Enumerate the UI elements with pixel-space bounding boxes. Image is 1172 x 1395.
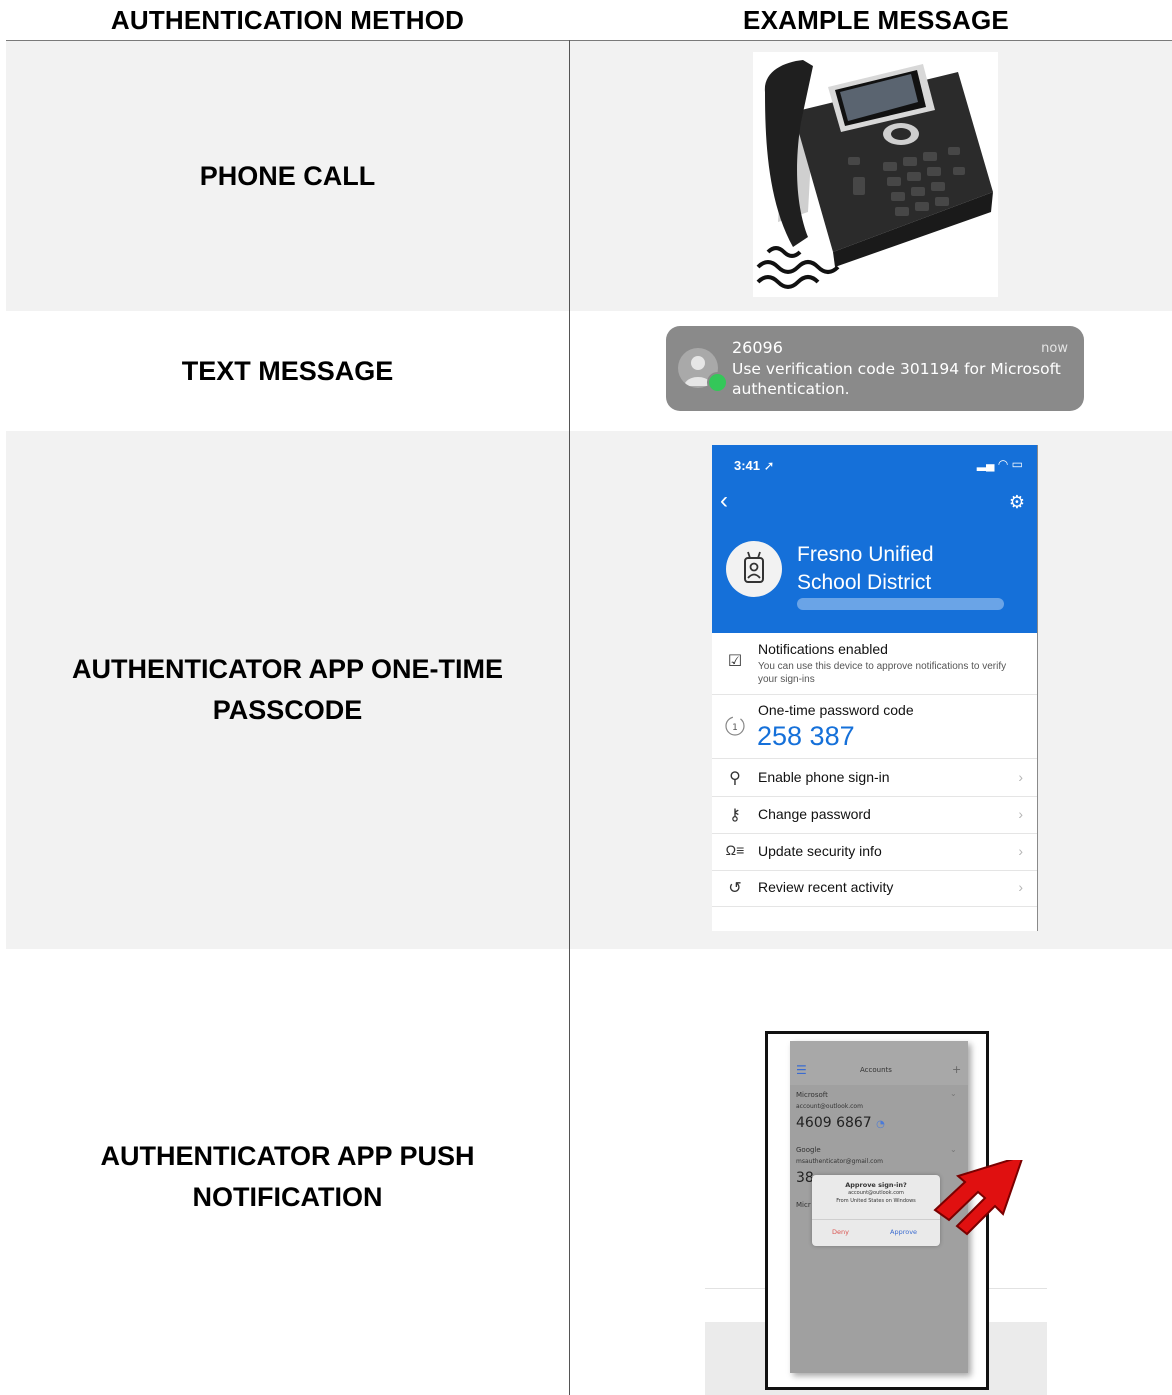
dialog-location: From United States on Windows [836,1198,916,1204]
org-line2: School District [797,571,932,594]
timer-icon: 1 [724,715,746,742]
sms-sender: 26096 [732,338,783,357]
status-icons: ▂▄ ◠ ▭ [976,457,1023,471]
list-item-otp: 1 One-time password code 258 387 [712,695,1037,759]
deny-button[interactable]: Deny [832,1228,849,1236]
account1-code: 4609 6867 ◔ [796,1115,885,1131]
dialog-email: account@outlook.com [848,1190,904,1196]
sms-notification: 26096 now Use verification code 301194 f… [666,326,1084,411]
list-item-change-password[interactable]: ⚷ Change password › [712,797,1037,834]
app-header [790,1041,968,1085]
back-chevron-icon[interactable]: ‹ [720,489,728,513]
app-header: 3:41 ➚ ▂▄ ◠ ▭ ‹ ⚙ Fresno Unified School … [712,445,1037,633]
row-label-line1: AUTHENTICATOR APP PUSH [100,1141,475,1171]
row-label-authenticator-push: AUTHENTICATOR APP PUSH NOTIFICATION [6,1136,569,1218]
list-item-enable-phone-signin[interactable]: ⚲ Enable phone sign-in › [712,759,1037,797]
gear-icon[interactable]: ⚙ [1009,492,1025,513]
chevron-down-icon: ⌄ [950,1089,957,1098]
id-badge-icon [726,541,782,597]
messages-app-icon [707,372,728,393]
item-title: Enable phone sign-in [758,769,890,785]
phone-signin-icon: ⚲ [729,770,741,787]
svg-text:1: 1 [732,723,738,733]
account-email-redacted [797,598,1004,610]
row-label-phone-call: PHONE CALL [199,161,376,191]
sms-body: Use verification code 301194 for Microso… [732,360,1061,398]
notification-check-icon: ☑ [727,653,743,670]
item-title: Review recent activity [758,879,894,895]
organization-name: Fresno Unified School District [797,541,1017,597]
otp-code: 258 387 [757,721,855,751]
dialog-title: Approve sign-in? [845,1181,907,1189]
chevron-right-icon: › [1018,769,1023,785]
authenticator-app-screenshot: 3:41 ➚ ▂▄ ◠ ▭ ‹ ⚙ Fresno Unified School … [712,445,1038,931]
desk-phone-icon [756,60,993,289]
row-label-text-message: TEXT MESSAGE [181,356,394,386]
approve-button[interactable]: Approve [890,1228,917,1236]
security-info-icon: Ω≡ [725,842,745,858]
item-title: Notifications enabled [758,641,888,657]
approve-signin-dialog: Approve sign-in? account@outlook.com Fro… [812,1175,940,1246]
row-label-line1: AUTHENTICATOR APP ONE-TIME [71,654,503,684]
row-label-line2: PASSCODE [212,695,363,725]
column-header-example: EXAMPLE MESSAGE [743,5,1009,35]
chevron-right-icon: › [1018,879,1023,895]
chevron-right-icon: › [1018,843,1023,859]
account3-name: Micr [796,1201,811,1209]
item-title: Change password [758,806,871,822]
chevron-right-icon: › [1018,806,1023,822]
chevron-down-icon: ⌄ [950,1145,957,1154]
list-item-notifications[interactable]: ☑ Notifications enabled You can use this… [712,633,1037,695]
list-item-update-security-info[interactable]: Ω≡ Update security info › [712,834,1037,871]
item-title: One-time password code [758,702,914,718]
key-icon: ⚷ [729,807,741,824]
history-icon: ↺ [728,880,742,897]
add-icon: + [952,1063,962,1076]
column-header-method: AUTHENTICATION METHOD [110,5,465,35]
red-arrow-icon [933,1160,1023,1236]
row-label-authenticator-otp: AUTHENTICATOR APP ONE-TIME PASSCODE [6,649,569,731]
account2-name: Google [796,1146,821,1154]
account1-email: account@outlook.com [796,1103,863,1110]
dialog-divider [812,1219,940,1220]
item-subtitle: You can use this device to approve notif… [758,661,1007,685]
account1-name: Microsoft [796,1091,828,1099]
sms-time: now [1041,341,1068,356]
row-label-line2: NOTIFICATION [192,1182,383,1212]
menu-icon: ☰ [796,1063,807,1077]
org-line1: Fresno Unified [797,543,934,566]
account2-email: msauthenticator@gmail.com [796,1158,883,1165]
item-title: Update security info [758,843,882,859]
list-item-review-activity[interactable]: ↺ Review recent activity › [712,871,1037,907]
status-time: 3:41 ➚ [734,458,775,473]
column-divider [569,40,570,1395]
accounts-title: Accounts [860,1066,892,1074]
desk-phone-image [753,52,998,297]
